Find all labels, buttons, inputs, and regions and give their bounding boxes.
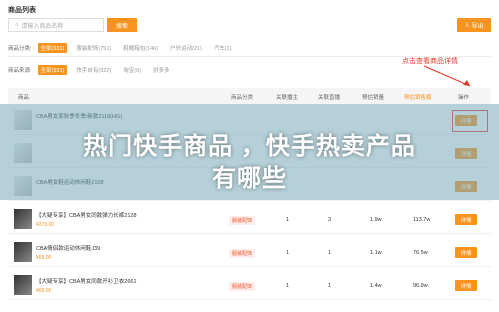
header-product: 商品 (18, 95, 30, 101)
sales-value: 1.4w (370, 283, 382, 289)
header-action: 操作 (458, 95, 470, 101)
category-filter-label: 商品分类: (8, 45, 32, 52)
overlay-title-line1: 热门快手商品 ，快手热卖产品 (83, 133, 416, 160)
search-bar: ⌕ 请输入商品名称 搜索 (8, 18, 137, 32)
product-name[interactable]: CBA情侣款运动休闲鞋J39 (36, 244, 176, 252)
product-price: ¥69.00 (36, 288, 52, 294)
table-row: 【大疑专享】CBA男女同款弹力长裤2128 ¥279.00 服装配饰 1 3 1… (8, 205, 491, 234)
source-chip-pinduoduo[interactable]: 拼多多 (150, 65, 173, 75)
revenue-value: 96.9w (413, 283, 428, 289)
header-sales: 预估销量 (362, 95, 385, 101)
sales-value: 1.1w (370, 250, 382, 256)
page-title: 商品列表 (8, 7, 36, 14)
category-badge: 服装配饰 (229, 249, 256, 258)
source-filter-label: 商品来源: (8, 67, 32, 74)
detail-button[interactable]: 详情 (455, 214, 477, 225)
category-chip-outdoor[interactable]: 户外运动(21) (167, 43, 205, 53)
title-overlay: 热门快手商品 ，快手热卖产品 有哪些 (0, 104, 499, 200)
product-thumbnail[interactable] (14, 275, 32, 295)
category-chip-shoes-bags[interactable]: 鞋帽箱包(146) (120, 43, 161, 53)
header-streamer: 关联播主 (276, 95, 299, 101)
product-name[interactable]: 【大疑专享】CBA男女同款开衫卫衣2661 (36, 277, 176, 285)
live-count: 3 (328, 217, 332, 223)
overlay-title-line2: 有哪些 (212, 165, 287, 192)
streamer-count: 1 (286, 283, 290, 289)
category-chip-all[interactable]: 全部(931) (37, 42, 68, 53)
source-chip-kuaishou[interactable]: 快手自有(922) (73, 65, 114, 75)
live-count: 1 (328, 283, 332, 289)
product-thumbnail[interactable] (14, 242, 32, 262)
detail-button[interactable]: 详情 (455, 280, 477, 291)
product-price: ¥69.00 (36, 255, 52, 261)
streamer-count: 1 (286, 250, 290, 256)
search-input[interactable]: ⌕ 请输入商品名称 (8, 18, 104, 32)
product-thumbnail[interactable] (14, 209, 32, 229)
header-revenue: 预估销售额 (404, 95, 432, 101)
category-badge: 服装配饰 (229, 282, 256, 291)
source-chip-all[interactable]: 全部(931) (37, 64, 68, 75)
category-badge: 服装配饰 (229, 216, 256, 225)
category-chip-auto[interactable]: 汽车(1) (211, 43, 235, 53)
export-label: 导出 (471, 23, 484, 30)
product-name[interactable]: 【大疑专享】CBA男女同款弹力长裤2128 (36, 211, 176, 219)
header-live: 关联直播 (318, 95, 341, 101)
category-filter: 商品分类: 全部(931) 服装配饰(751) 鞋帽箱包(146) 户外运动(2… (8, 42, 235, 53)
product-price: ¥279.00 (36, 222, 55, 228)
export-button[interactable]: ⇩ 导出 (457, 18, 491, 32)
product-list-page: 商品列表 ⌕ 请输入商品名称 搜索 ⇩ 导出 商品分类: 全部(931) 服装配… (0, 0, 499, 312)
export-icon: ⇩ (464, 22, 470, 29)
table-row: 【大疑专享】CBA男女同款开衫卫衣2661 ¥69.00 服装配饰 1 1 1.… (8, 271, 491, 300)
source-chip-taobao[interactable]: 淘宝(9) (120, 65, 144, 75)
table-row: CBA情侣款运动休闲鞋J39 ¥69.00 服装配饰 1 1 1.1w 76.5… (8, 238, 491, 267)
search-placeholder: 请输入商品名称 (21, 23, 64, 30)
streamer-count: 1 (286, 217, 290, 223)
revenue-value: 76.5w (413, 250, 428, 256)
revenue-value: 113.7w (413, 217, 431, 223)
source-filter: 商品来源: 全部(931) 快手自有(922) 淘宝(9) 拼多多 (8, 64, 172, 75)
live-count: 1 (328, 250, 332, 256)
annotation-arrow-icon (423, 65, 471, 87)
header-category: 商品分类 (231, 95, 254, 101)
search-icon: ⌕ (15, 21, 19, 28)
category-chip-clothing[interactable]: 服装配饰(751) (73, 43, 114, 53)
search-button[interactable]: 搜索 (107, 18, 137, 32)
sales-value: 1.9w (370, 217, 382, 223)
detail-button[interactable]: 详情 (455, 247, 477, 258)
table-header: 商品 商品分类 关联播主 关联直播 预估销量 预估销售额 操作 (8, 88, 491, 104)
